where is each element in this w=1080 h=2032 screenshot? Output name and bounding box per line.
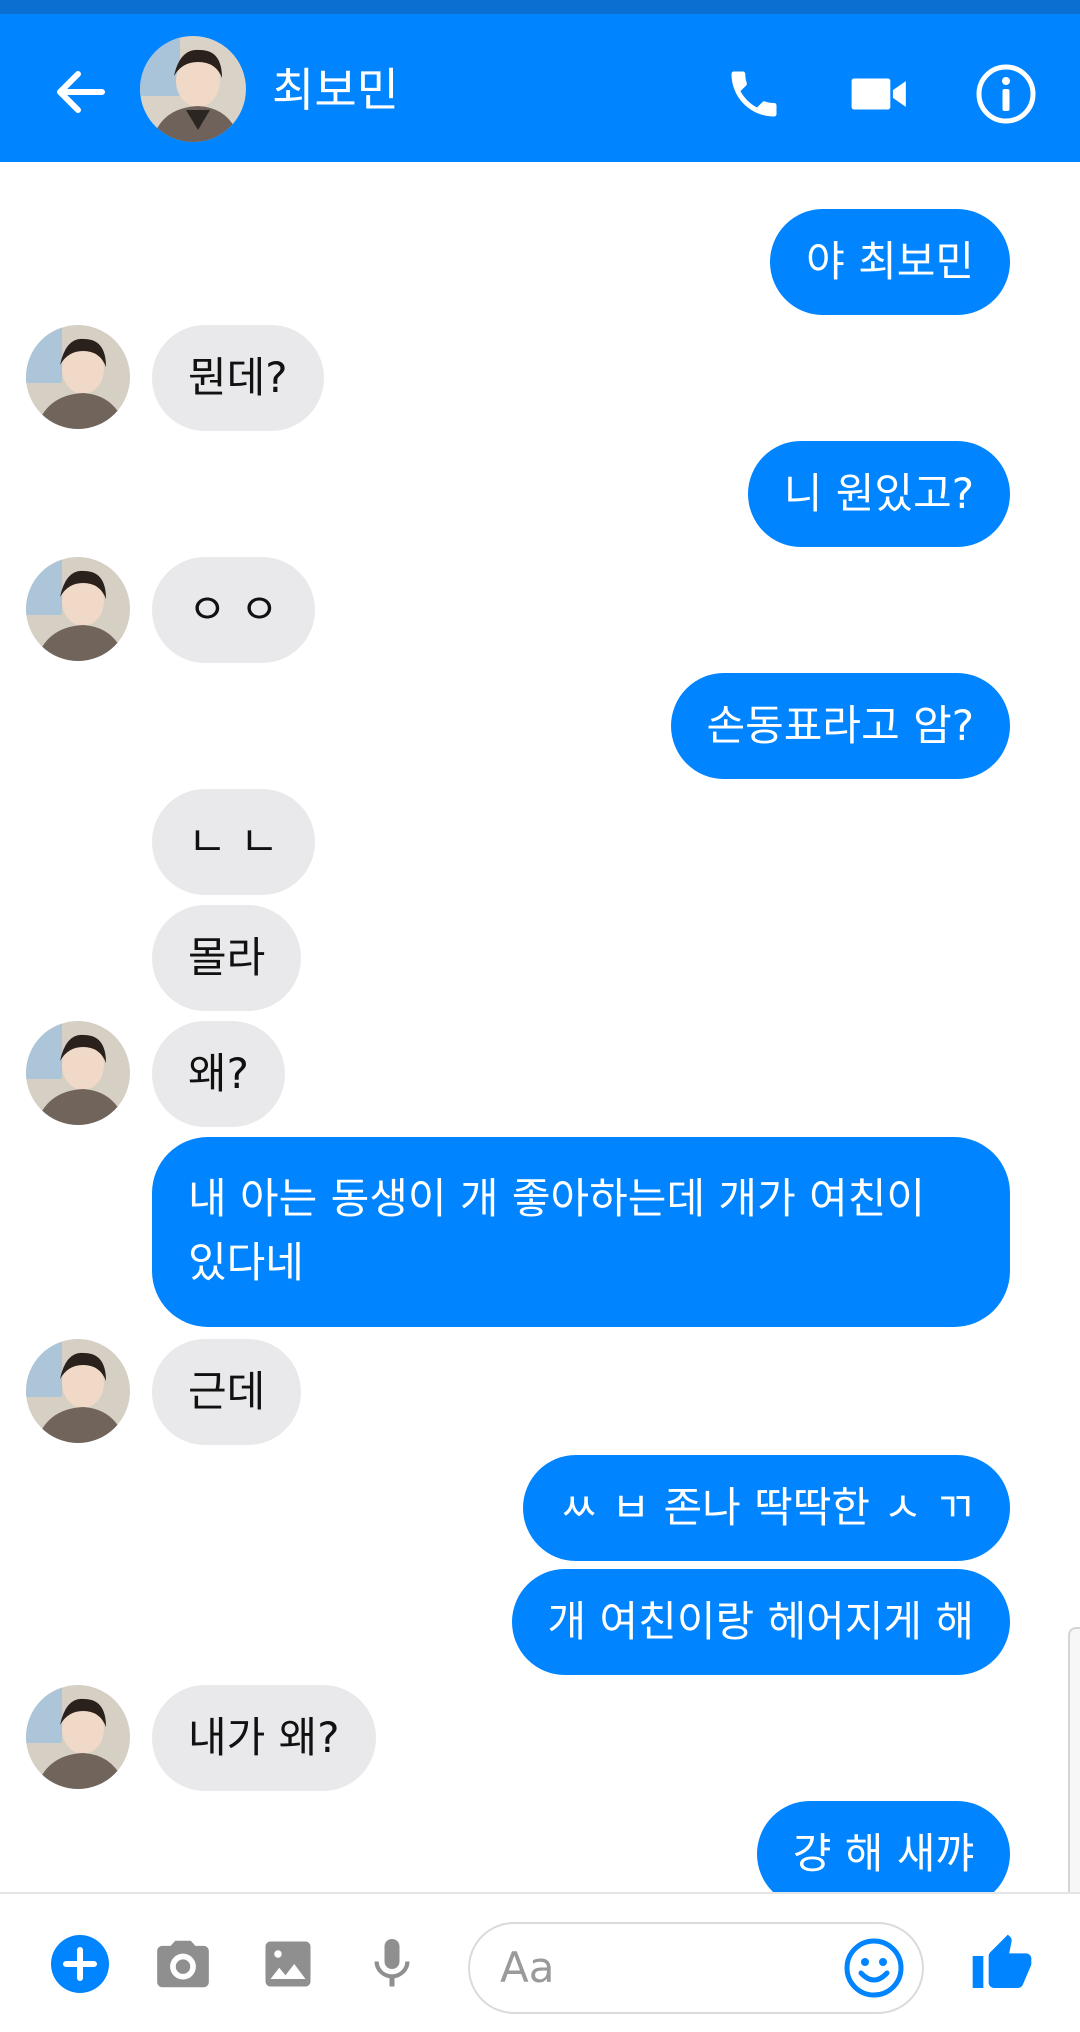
contact-name[interactable]: 최보민 [272,50,399,130]
incoming-message[interactable]: 왜? [152,1021,285,1127]
outgoing-message[interactable]: 개 여친이랑 헤어지게 해 [511,1569,1010,1675]
microphone-icon [374,1939,410,1987]
chat-header: 최보민 [0,14,1080,162]
messenger-screen: 최보민 야 최보민 뭔데? 니 원있고? ㅇ ㅇ 손동표라고 암? ㄴ ㄴ 몰라… [0,0,1080,2032]
message-input-placeholder: Aa [500,1943,555,1992]
contact-avatar[interactable] [140,36,246,142]
incoming-message[interactable]: ㅇ ㅇ [152,557,315,663]
message-input[interactable]: Aa [468,1922,924,2014]
incoming-message[interactable]: 몰라 [152,905,302,1011]
contact-avatar[interactable] [26,325,130,429]
contact-avatar[interactable] [26,1021,130,1125]
thumbs-up-icon [972,1934,1032,1988]
video-call-button[interactable] [842,56,918,132]
status-bar [0,0,1080,14]
voice-button[interactable] [352,1924,432,2004]
back-button[interactable] [48,60,112,124]
outgoing-message[interactable]: 야 최보민 [770,209,1010,315]
add-button[interactable] [40,1924,120,2004]
outgoing-message[interactable]: ㅆ ㅂ 존나 딱딱한 ㅅ ㄲ [523,1455,1010,1561]
message-composer: Aa [0,1892,1080,2032]
incoming-message[interactable]: ㄴ ㄴ [152,789,315,895]
message-thread[interactable]: 야 최보민 뭔데? 니 원있고? ㅇ ㅇ 손동표라고 암? ㄴ ㄴ 몰라 왜? … [0,162,1080,1892]
arrow-left-icon [57,71,105,113]
contact-avatar[interactable] [26,1685,130,1789]
outgoing-message[interactable]: 내 아는 동생이 개 좋아하는데 개가 여친이 있다네 [152,1137,1010,1327]
gallery-button[interactable] [248,1924,328,2004]
camera-icon [157,1940,209,1988]
outgoing-message[interactable]: 손동표라고 암? [670,673,1010,779]
info-button[interactable] [968,56,1044,132]
plus-circle-icon [51,1935,109,1993]
video-camera-icon [851,78,906,110]
incoming-message[interactable]: 내가 왜? [152,1685,376,1791]
like-button[interactable] [962,1924,1042,2004]
phone-icon [731,71,777,117]
incoming-message[interactable]: 뭔데? [152,325,324,431]
outgoing-message[interactable]: 걍 해 새꺄 [756,1801,1010,1892]
contact-avatar[interactable] [26,1339,130,1443]
emoji-button[interactable] [840,1934,908,2002]
info-icon [976,64,1036,124]
contact-avatar[interactable] [26,557,130,661]
call-button[interactable] [716,56,792,132]
outgoing-message[interactable]: 니 원있고? [747,441,1010,547]
camera-button[interactable] [143,1924,223,2004]
smiley-icon [844,1938,904,1998]
image-icon [265,1941,311,1987]
incoming-message[interactable]: 근데 [152,1339,302,1445]
scrollbar[interactable] [1068,1627,1080,1892]
